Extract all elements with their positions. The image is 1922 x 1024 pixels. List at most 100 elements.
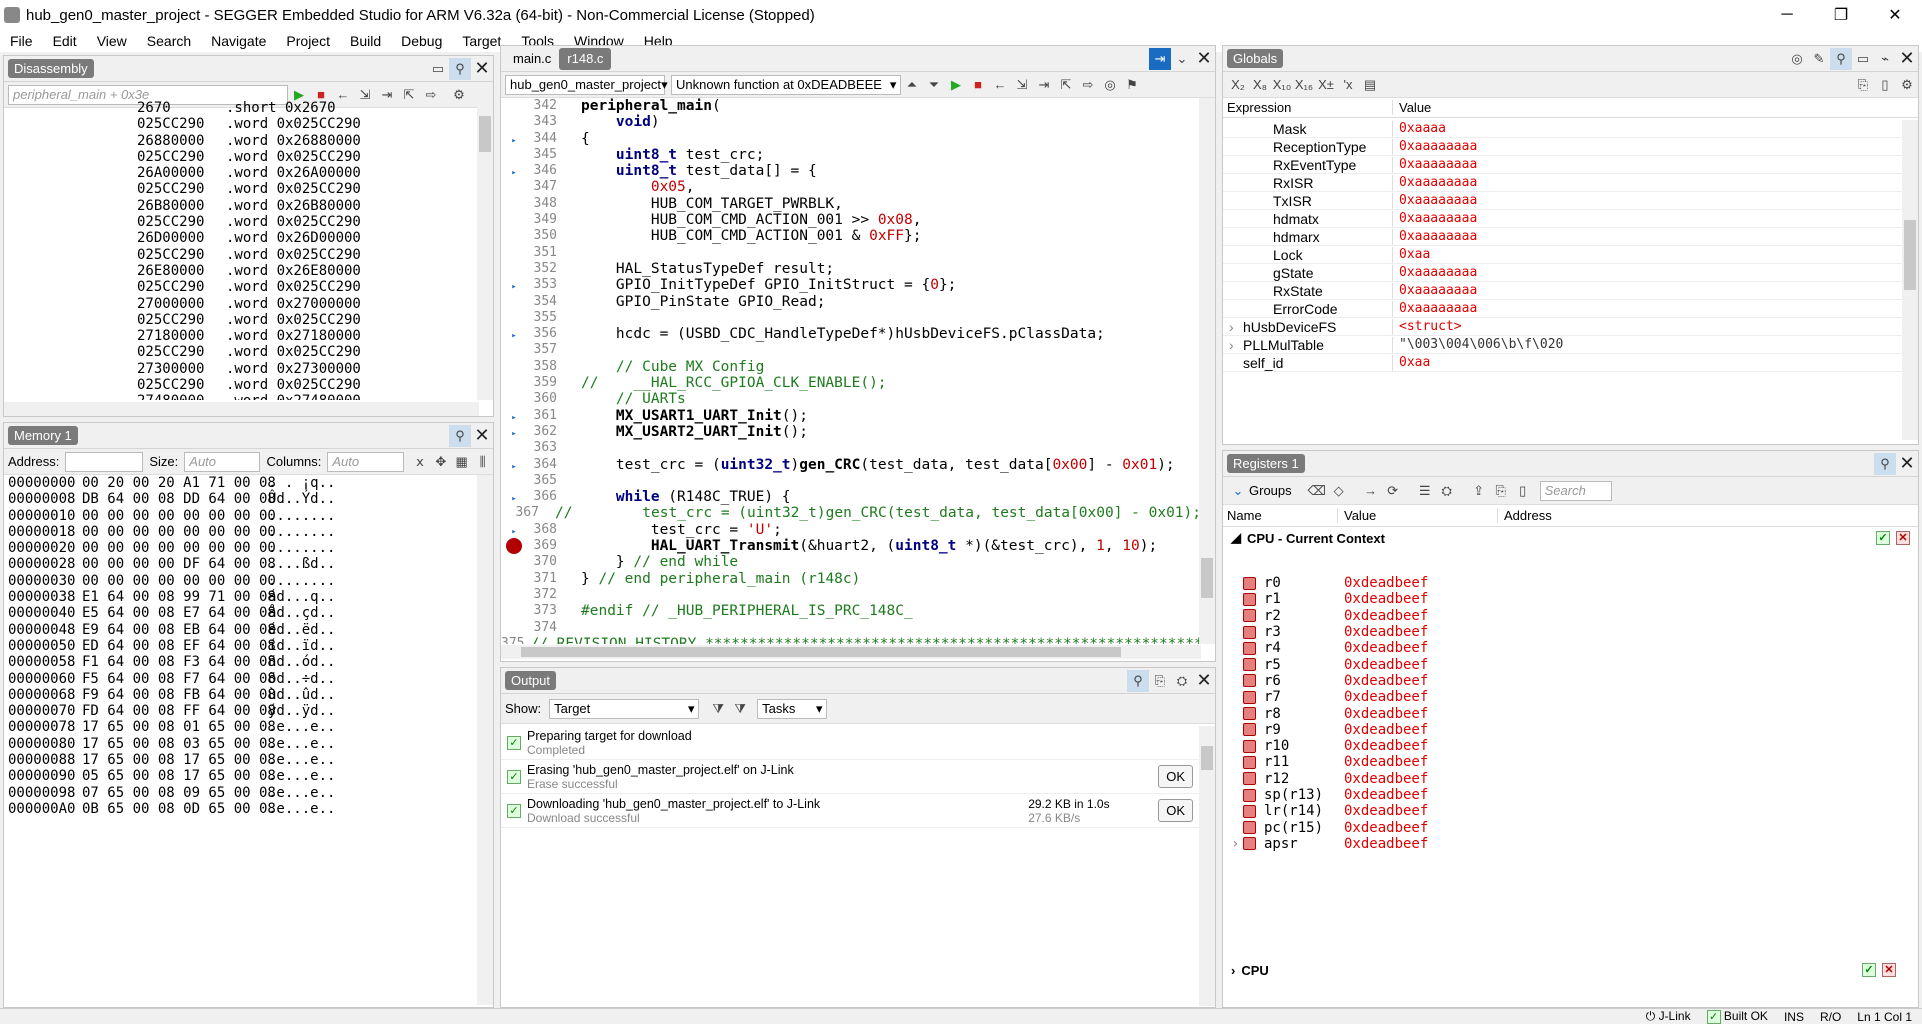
code-line[interactable]: 358 // Cube MX Config — [501, 359, 1201, 375]
register-row[interactable]: r12 0xdeadbeef — [1223, 771, 1904, 787]
expand-icon[interactable] — [1259, 139, 1273, 155]
gutter[interactable]: ▸ — [501, 326, 527, 342]
gutter[interactable] — [501, 473, 527, 489]
globals-row[interactable]: Lock 0xaa — [1223, 246, 1904, 264]
globals-row[interactable]: ErrorCode 0xaaaaaaaa — [1223, 300, 1904, 318]
gutter[interactable] — [501, 391, 527, 407]
step-marker-icon[interactable]: ▸ — [511, 429, 516, 439]
memory-row[interactable]: 000000A0 0B 65 00 08 0D 65 00 08.e...e.. — [4, 801, 479, 817]
close-icon[interactable]: ✕ — [1193, 48, 1215, 70]
disassembly-row[interactable]: 025CC290 .word 0x025CC290 — [4, 214, 479, 230]
disassembly-row[interactable]: 27180000 .word 0x27180000 — [4, 328, 479, 344]
menu-item-navigate[interactable]: Navigate — [201, 33, 276, 49]
gutter[interactable] — [501, 228, 527, 244]
gutter[interactable] — [501, 554, 527, 570]
register-row[interactable]: › apsr 0xdeadbeef — [1223, 836, 1904, 852]
memory-scrollbar[interactable] — [477, 475, 493, 1005]
memory-row[interactable]: 00000050 ED 64 00 08 EF 64 00 08íd..ïd.. — [4, 638, 479, 654]
output-scrollbar[interactable] — [1199, 726, 1215, 1006]
disassembly-row[interactable]: 26E80000 .word 0x26E80000 — [4, 263, 479, 279]
close-icon[interactable]: ✕ — [1896, 48, 1918, 70]
step-into-icon[interactable]: ⇲ — [1011, 74, 1033, 96]
step-marker-icon[interactable]: ▸ — [511, 282, 516, 292]
disassembly-row[interactable]: 025CC290 .word 0x025CC290 — [4, 312, 479, 328]
function-select[interactable]: Unknown function at 0xDEADBEEE ▾ — [671, 74, 901, 95]
decimal-format-icon[interactable]: X₁₀ — [1271, 74, 1293, 96]
menu-item-build[interactable]: Build — [340, 33, 391, 49]
expand-icon[interactable] — [1229, 355, 1243, 371]
copy-icon[interactable]: ⎘ — [1149, 670, 1171, 692]
group-icon[interactable]: ⛭ — [1171, 670, 1193, 692]
memory-row[interactable]: 00000080 17 65 00 08 03 65 00 08.e...e.. — [4, 736, 479, 752]
expand-icon[interactable] — [1259, 157, 1273, 173]
export-icon[interactable]: ⇪ — [1468, 480, 1490, 502]
group-remove-icon[interactable]: ✕ — [1896, 531, 1910, 545]
register-group-header[interactable]: ◢ CPU - Current Context ✓ ✕ — [1223, 527, 1918, 549]
code-line[interactable]: ▸ 346 uint8_t test_data[] = { — [501, 163, 1201, 179]
layout-icon[interactable]: ▭ — [427, 58, 449, 80]
graph-icon[interactable]: ⌁ — [1874, 48, 1896, 70]
groups-label[interactable]: Groups — [1249, 483, 1292, 498]
close-window-button[interactable]: ✕ — [1868, 0, 1922, 30]
refresh-icon[interactable]: ⟳ — [1382, 480, 1404, 502]
filter-clear-icon[interactable]: ⧩ — [729, 698, 751, 720]
globals-row[interactable]: RxState 0xaaaaaaaa — [1223, 282, 1904, 300]
ok-button[interactable]: OK — [1158, 765, 1193, 788]
minimize-button[interactable]: ─ — [1760, 0, 1814, 30]
code-line[interactable]: ▸ 356 hcdc = (USBD_CDC_HandleTypeDef*)hUs… — [501, 326, 1201, 342]
list-icon[interactable]: ☰ — [1414, 480, 1436, 502]
code-line[interactable]: 365 — [501, 473, 1201, 489]
breakpoint-tool-icon[interactable]: ⚑ — [1121, 74, 1143, 96]
globals-row[interactable]: hdmatx 0xaaaaaaaa — [1223, 210, 1904, 228]
register-row[interactable]: r7 0xdeadbeef — [1223, 689, 1904, 705]
hex-format-icon[interactable]: X₁₆ — [1293, 74, 1315, 96]
memory-row[interactable]: 00000008 DB 64 00 08 DD 64 00 08Ûd..Ýd.. — [4, 491, 479, 507]
step-marker-icon[interactable]: ▸ — [511, 331, 516, 341]
close-icon[interactable]: ✕ — [1193, 670, 1215, 692]
gutter[interactable] — [501, 294, 527, 310]
project-select[interactable]: hub_gen0_master_project ▾ — [505, 74, 668, 95]
register-row[interactable]: r8 0xdeadbeef — [1223, 705, 1904, 722]
gutter[interactable]: ▸ — [501, 277, 527, 293]
gutter[interactable]: ▸ — [501, 457, 527, 473]
disassembly-row[interactable]: 025CC290 .word 0x025CC290 — [4, 149, 479, 165]
tab-list-icon[interactable]: ⇥ — [1149, 47, 1171, 70]
breakpoint-icon[interactable] — [506, 538, 522, 555]
disassembly-row[interactable]: 26A00000 .word 0x26A00000 — [4, 165, 479, 181]
code-line[interactable]: 370 } // end while — [501, 554, 1201, 570]
code-line[interactable]: ▸ 353 GPIO_InitTypeDef GPIO_InitStruct = … — [501, 277, 1201, 293]
eraser-icon[interactable]: ⌫ — [1306, 480, 1328, 502]
step-marker-icon[interactable]: ▸ — [511, 136, 516, 146]
tasks-select[interactable]: Tasks ▾ — [757, 698, 828, 719]
code-line[interactable]: 374 — [501, 620, 1201, 636]
char-format-icon[interactable]: 'x — [1337, 74, 1359, 96]
gutter[interactable]: ▸ — [501, 131, 527, 147]
gutter[interactable] — [501, 620, 527, 636]
disassembly-row[interactable]: 025CC290 .word 0x025CC290 — [4, 377, 479, 393]
expand-icon[interactable] — [1259, 229, 1273, 245]
registers-view-icon[interactable]: ⚲ — [1874, 452, 1896, 475]
source-toggle-icon[interactable]: ⚲ — [449, 57, 471, 80]
gutter[interactable] — [501, 245, 527, 261]
output-item[interactable]: ✓ Erasing 'hub_gen0_master_project.elf' o… — [501, 760, 1201, 794]
disassembly-row[interactable]: 27300000 .word 0x27300000 — [4, 361, 479, 377]
globals-row[interactable]: self_id 0xaa — [1223, 354, 1904, 372]
expand-icon[interactable] — [1259, 193, 1273, 209]
disassembly-row[interactable]: 2670 .short 0x2670 — [4, 100, 479, 116]
code-line[interactable]: 350 HUB_COM_CMD_ACTION_001 & 0xFF}; — [501, 228, 1201, 244]
expand-icon[interactable] — [1259, 301, 1273, 317]
register-row[interactable]: r11 0xdeadbeef — [1223, 754, 1904, 770]
memory-row[interactable]: 00000058 F1 64 00 08 F3 64 00 08ñd..ód.. — [4, 654, 479, 670]
edit-icon[interactable]: ✎ — [1808, 48, 1830, 70]
memory-row[interactable]: 00000088 17 65 00 08 17 65 00 08.e...e.. — [4, 752, 479, 768]
output-item[interactable]: ✓ Downloading 'hub_gen0_master_project.el… — [501, 794, 1201, 828]
group-enable-icon[interactable]: ✓ — [1876, 531, 1890, 545]
prev-function-icon[interactable]: ⏶ — [901, 74, 923, 96]
gutter[interactable] — [501, 375, 527, 391]
gutter[interactable] — [501, 179, 527, 195]
step-marker-icon[interactable]: ▸ — [511, 494, 516, 504]
watch-icon[interactable]: ◎ — [1099, 74, 1121, 96]
chevron-down-icon[interactable]: ⌄ — [1171, 48, 1193, 70]
register-row[interactable]: r3 0xdeadbeef — [1223, 624, 1904, 640]
code-line[interactable]: ▸ 368 test_crc = 'U'; — [501, 522, 1201, 538]
